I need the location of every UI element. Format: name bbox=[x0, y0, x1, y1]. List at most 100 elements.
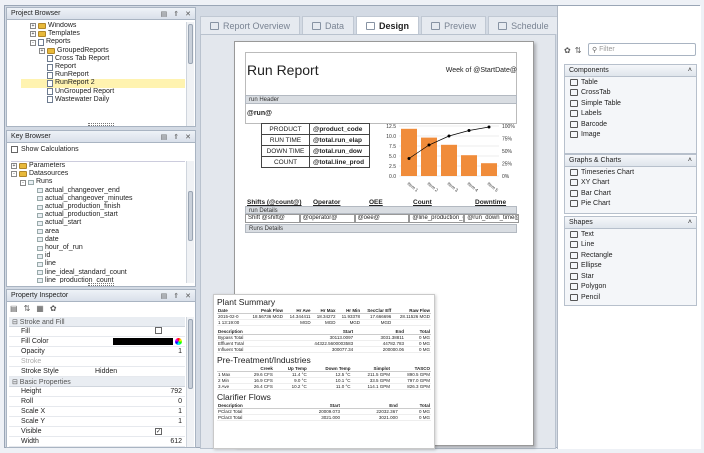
property-row[interactable]: Height 792 bbox=[9, 387, 185, 397]
tab-schedule[interactable]: Schedule bbox=[488, 16, 559, 34]
header-downtime[interactable]: Downtime bbox=[475, 199, 506, 206]
expander-icon[interactable]: + bbox=[30, 23, 36, 30]
week-label[interactable]: Week of @StartDate@ bbox=[446, 67, 517, 74]
tree-item[interactable]: + Templates bbox=[21, 30, 185, 38]
checkbox-icon[interactable] bbox=[11, 146, 18, 153]
run-kv-table[interactable]: PRODUCT @product_code RUN TIME @total.run_e… bbox=[261, 123, 370, 168]
tree-item[interactable]: actual_changeover_end bbox=[11, 187, 185, 195]
expander-icon[interactable]: - bbox=[20, 179, 26, 186]
detail-cell[interactable]: @line_production_count@ min bbox=[409, 214, 465, 223]
header-count[interactable]: Count bbox=[413, 199, 432, 206]
key-tree[interactable]: + Parameters - Datasources - Runs actual_chang… bbox=[11, 161, 185, 283]
expand-icon[interactable]: ⇅ bbox=[575, 46, 582, 55]
property-value[interactable]: 612 bbox=[95, 438, 185, 445]
tree-item[interactable]: date bbox=[11, 236, 185, 244]
tab-data[interactable]: Data bbox=[302, 16, 355, 34]
detail-cell[interactable]: Shift @shift@ bbox=[245, 214, 300, 223]
runs-details-band[interactable]: Runs Details bbox=[245, 224, 517, 233]
expander-icon[interactable]: - bbox=[30, 39, 36, 46]
tree-item[interactable]: UnGrouped Report bbox=[21, 88, 185, 96]
palette-item-pencil[interactable]: Pencil bbox=[565, 292, 696, 303]
tools-icon[interactable]: ✿ bbox=[50, 304, 57, 313]
expander-icon[interactable]: + bbox=[39, 47, 45, 54]
palette-item-polygon[interactable]: Polygon bbox=[565, 282, 696, 293]
tab-report-overview[interactable]: Report Overview bbox=[200, 16, 301, 34]
tools-icon[interactable]: ✿ bbox=[564, 46, 571, 55]
property-section-header[interactable]: ⊟ Basic Properties bbox=[9, 377, 185, 387]
categorized-icon[interactable]: ▤ bbox=[10, 304, 18, 313]
property-value[interactable]: 0 bbox=[95, 398, 185, 405]
expander-icon[interactable]: + bbox=[11, 163, 17, 170]
palette-item-rectangle[interactable]: Rectangle bbox=[565, 250, 696, 261]
property-value[interactable]: Hidden bbox=[95, 368, 185, 375]
palette-item-bar-chart[interactable]: Bar Chart bbox=[565, 188, 696, 199]
close-icon[interactable]: ✕ bbox=[185, 292, 191, 300]
expander-icon[interactable]: - bbox=[11, 171, 17, 178]
tree-item[interactable]: RunReport 2 bbox=[21, 79, 185, 88]
pin-icon[interactable]: ⇑ bbox=[173, 10, 179, 18]
palette-item-text[interactable]: Text bbox=[565, 229, 696, 240]
tree-item[interactable]: + GroupedReports bbox=[21, 47, 185, 55]
property-row[interactable]: Visible ✓ bbox=[9, 427, 185, 437]
kv-value[interactable]: @total.line_prod bbox=[309, 156, 370, 168]
expander-icon[interactable]: + bbox=[30, 31, 36, 38]
key-scrollbar[interactable] bbox=[186, 161, 194, 283]
sort-icon[interactable]: ⇅ bbox=[24, 304, 31, 313]
show-calculations-toggle[interactable]: Show Calculations bbox=[11, 146, 79, 153]
property-row[interactable]: Scale Y 1 bbox=[9, 417, 185, 427]
property-row[interactable]: Stroke bbox=[9, 357, 185, 367]
palette-item-table[interactable]: Table bbox=[565, 77, 696, 88]
tree-item[interactable]: Cross Tab Report bbox=[21, 55, 185, 63]
float-icon[interactable]: ▤ bbox=[161, 133, 168, 141]
collapse-icon[interactable]: ˄ bbox=[688, 157, 692, 164]
detail-cell[interactable]: @oee@ bbox=[354, 214, 410, 223]
close-icon[interactable]: ✕ bbox=[185, 133, 191, 141]
kv-value[interactable]: @total.run_elap bbox=[309, 134, 370, 146]
pareto-chart[interactable]: 12.510.07.55.02.50.0100%75%50%25%0%Item … bbox=[377, 122, 537, 194]
pin-icon[interactable]: ⇑ bbox=[173, 292, 179, 300]
tree-item[interactable]: Report bbox=[21, 63, 185, 71]
property-row[interactable]: Width 612 bbox=[9, 437, 185, 447]
tree-item[interactable]: - Reports bbox=[21, 38, 185, 46]
tab-design[interactable]: Design bbox=[356, 16, 420, 34]
tree-item[interactable]: actual_production_start bbox=[11, 211, 185, 219]
palette-item-timeseries-chart[interactable]: Timeseries Chart bbox=[565, 167, 696, 178]
tree-item[interactable]: RunReport bbox=[21, 71, 185, 79]
filter-box[interactable]: ⚲ Filter bbox=[588, 43, 696, 56]
tree-item[interactable]: actual_start bbox=[11, 219, 185, 227]
tree-item[interactable]: - Datasources bbox=[11, 170, 185, 178]
tree-item[interactable]: line bbox=[11, 260, 185, 268]
section-header[interactable]: Shapes ˄ bbox=[565, 217, 696, 229]
property-row[interactable]: Roll 0 bbox=[9, 397, 185, 407]
palette-item-star[interactable]: Star bbox=[565, 271, 696, 282]
header-shifts[interactable]: Shifts (@count@) bbox=[247, 199, 302, 206]
palette-item-simple-table[interactable]: Simple Table bbox=[565, 98, 696, 109]
palette-item-line[interactable]: Line bbox=[565, 240, 696, 251]
detail-cell[interactable]: @operator@ bbox=[299, 214, 355, 223]
collapse-icon[interactable]: ˄ bbox=[688, 67, 692, 74]
tree-item[interactable]: line_ideal_standard_count bbox=[11, 269, 185, 277]
property-row[interactable]: Scale X 1 bbox=[9, 407, 185, 417]
kv-key[interactable]: PRODUCT bbox=[261, 123, 310, 135]
tree-item[interactable]: + Parameters bbox=[11, 162, 185, 170]
property-value[interactable]: 1 bbox=[95, 348, 185, 355]
property-row[interactable]: Opacity 1 bbox=[9, 347, 185, 357]
header-operator[interactable]: Operator bbox=[313, 199, 340, 206]
close-icon[interactable]: ✕ bbox=[185, 10, 191, 18]
kv-value[interactable]: @product_code bbox=[309, 123, 370, 135]
kv-row[interactable]: PRODUCT @product_code bbox=[261, 123, 370, 135]
header-oee[interactable]: OEE bbox=[369, 199, 383, 206]
kv-key[interactable]: COUNT bbox=[261, 156, 310, 168]
section-header[interactable]: Graphs & Charts ˄ bbox=[565, 155, 696, 167]
property-row[interactable]: Fill bbox=[9, 327, 185, 337]
kv-row[interactable]: COUNT @total.line_prod bbox=[261, 156, 370, 168]
palette-item-xy-chart[interactable]: XY Chart bbox=[565, 178, 696, 189]
property-scrollbar[interactable] bbox=[186, 317, 194, 447]
detail-cell[interactable]: @run_down_time@ bbox=[464, 214, 519, 223]
checkbox-icon[interactable] bbox=[155, 327, 162, 334]
kv-value[interactable]: @total.run_dow bbox=[309, 145, 370, 157]
run-header-band[interactable]: run Header bbox=[245, 95, 517, 104]
tree-item[interactable]: actual_changeover_minutes bbox=[11, 195, 185, 203]
kv-row[interactable]: DOWN TIME @total.run_dow bbox=[261, 145, 370, 157]
float-icon[interactable]: ▤ bbox=[161, 10, 168, 18]
